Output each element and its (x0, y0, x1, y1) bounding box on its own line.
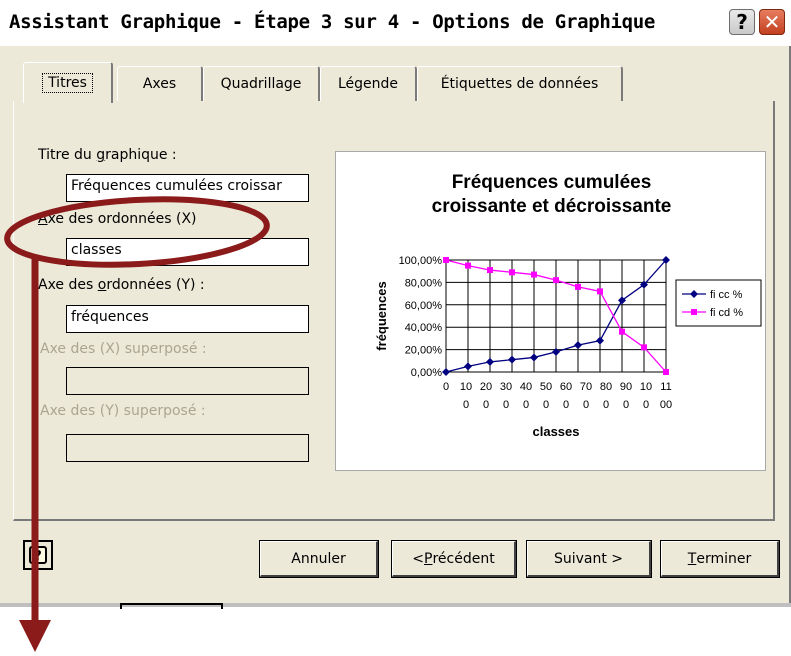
tab-label: Légende (337, 76, 399, 92)
x-tick-label: 10 (460, 381, 472, 393)
tab-label: Quadrillage (220, 76, 302, 92)
data-point (619, 328, 625, 335)
chart-wizard-dialog: Assistant Graphique - Étape 3 sur 4 - Op… (0, 0, 791, 606)
data-point (597, 288, 603, 295)
y-axis-title: fréquences (374, 281, 389, 350)
x-tick-label: 00 (660, 399, 672, 411)
x-axis-label: Axe des ordonnées (X) (38, 211, 197, 227)
x-tick-label: 0 (443, 381, 449, 393)
x-tick-label: 50 (540, 381, 552, 393)
x-tick-label: 0 (583, 399, 589, 411)
x-axis-title: classes (533, 424, 580, 439)
background-strip (0, 603, 791, 607)
cancel-button[interactable]: Annuler (259, 540, 379, 578)
data-point (663, 369, 669, 375)
x-tick-label: 0 (503, 399, 509, 411)
help-button[interactable]: ? (23, 540, 53, 570)
y-axis-label: Axe des ordonnées (Y) : (38, 277, 205, 293)
x-tick-label: 20 (480, 381, 492, 393)
y-tick-label: 20,00% (405, 345, 443, 357)
x2-axis-input[interactable] (66, 367, 309, 395)
x-tick-label: 11 (660, 381, 671, 393)
tab-label: Axes (142, 76, 177, 92)
data-point (509, 269, 515, 276)
y-tick-label: 60,00% (405, 300, 443, 312)
next-button[interactable]: Suivant > (526, 540, 652, 578)
x-tick-label: 0 (463, 399, 469, 411)
tab-etiquettes[interactable]: Étiquettes de données (417, 66, 623, 101)
y-tick-label: 100,00% (399, 255, 443, 267)
data-point (487, 267, 493, 274)
legend-label: fi cd % (710, 307, 743, 319)
chart-plot: 100,00%80,00%60,00%40,00%20,00%0,00%0 10 2… (374, 255, 762, 439)
y-tick-label: 80,00% (405, 277, 443, 289)
y-axis-input[interactable]: fréquences (66, 305, 309, 333)
legend-marker (691, 309, 697, 315)
x-tick-label: 0 (643, 399, 649, 411)
x-tick-label: 40 (520, 381, 532, 393)
x-tick-label: 0 (623, 399, 629, 411)
title-bar[interactable]: Assistant Graphique - Étape 3 sur 4 - Op… (0, 0, 791, 46)
chart-preview: Fréquences cumulées croissante et décroi… (335, 151, 766, 471)
tab-legende[interactable]: Légende (320, 66, 417, 101)
previous-button[interactable]: < Précédent (391, 540, 517, 578)
x2-axis-label: Axe des (X) superposé : (40, 341, 207, 357)
close-button[interactable]: ✕ (759, 9, 785, 35)
x-tick-label: 70 (580, 381, 592, 393)
y2-axis-label: Axe des (Y) superposé : (40, 403, 206, 419)
y-tick-label: 0,00% (411, 367, 442, 379)
x-axis-input[interactable]: classes (66, 238, 309, 266)
x-tick-label: 0 (543, 399, 549, 411)
tab-axes[interactable]: Axes (117, 66, 203, 101)
chart-title-label: Titre du graphique : (38, 147, 177, 163)
chart-title-input[interactable]: Fréquences cumulées croissar (66, 174, 309, 202)
help-title-button[interactable]: ? (729, 9, 755, 35)
data-point (465, 262, 471, 269)
x-tick-label: 80 (600, 381, 612, 393)
finish-button[interactable]: Terminer (660, 540, 780, 578)
x-tick-label: 30 (500, 381, 512, 393)
data-point (575, 283, 581, 290)
tab-titres[interactable]: Titres (23, 62, 113, 103)
tab-label: Étiquettes de données (440, 76, 599, 92)
data-point (553, 277, 559, 284)
tab-quadrillage[interactable]: Quadrillage (203, 66, 320, 101)
window-title: Assistant Graphique - Étape 3 sur 4 - Op… (9, 11, 656, 33)
x-tick-label: 90 (620, 381, 632, 393)
x-tick-label: 60 (560, 381, 572, 393)
legend-label: fi cc % (710, 289, 743, 301)
y2-axis-input[interactable] (66, 434, 309, 462)
y-tick-label: 40,00% (405, 322, 443, 334)
question-icon: ? (736, 10, 748, 34)
x-tick-label: 0 (523, 399, 529, 411)
annotation-arrow-head (19, 620, 51, 652)
x-tick-label: 10 (640, 381, 652, 393)
x-tick-label: 0 (603, 399, 609, 411)
help-icon: ? (29, 546, 47, 564)
data-point (531, 271, 537, 278)
x-tick-label: 0 (563, 399, 569, 411)
tab-label: Titres (42, 73, 93, 93)
data-point (641, 344, 647, 351)
x-tick-label: 0 (483, 399, 489, 411)
data-point (443, 257, 449, 263)
close-icon: ✕ (763, 10, 781, 34)
background-cell (120, 603, 223, 609)
legend-box (675, 279, 762, 327)
